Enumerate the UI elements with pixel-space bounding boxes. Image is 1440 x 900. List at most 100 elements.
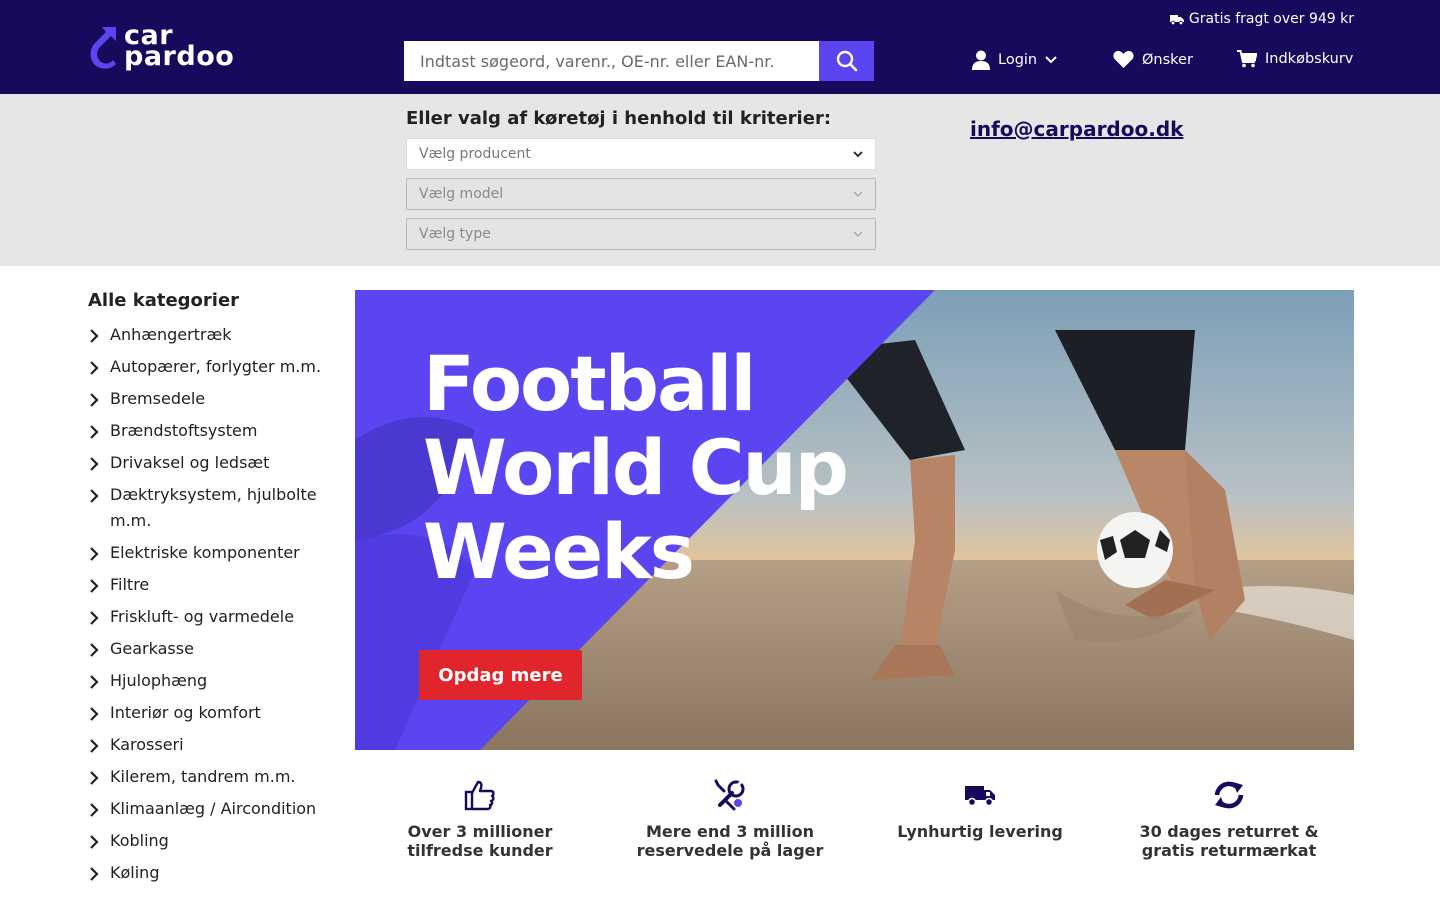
category-item[interactable]: Kilerem, tandrem m.m.: [88, 764, 333, 790]
search-icon: [836, 50, 857, 72]
chevron-right-icon: [90, 457, 99, 471]
chevron-right-icon: [90, 803, 99, 817]
chevron-right-icon: [90, 643, 99, 657]
cart-link[interactable]: Indkøbskurv: [1237, 50, 1353, 68]
category-label: Dæktryksystem, hjulbolte m.m.: [110, 485, 317, 530]
vehicle-selector-title: Eller valg af køretøj i henhold til krit…: [406, 108, 832, 129]
login-label: Login: [998, 52, 1038, 68]
category-item[interactable]: Interiør og komfort: [88, 700, 333, 726]
type-select-value: Vælg type: [419, 226, 491, 242]
category-item[interactable]: Filtre: [88, 572, 333, 598]
category-item[interactable]: Drivaksel og ledsæt: [88, 450, 333, 476]
category-label: Filtre: [110, 575, 150, 594]
search-input[interactable]: [404, 41, 819, 81]
category-label: Kilerem, tandrem m.m.: [110, 767, 296, 786]
feature-customers: Over 3 millioner tilfredse kunder: [385, 778, 575, 860]
model-select[interactable]: Vælg model: [406, 178, 876, 210]
producer-select-value: Vælg producent: [419, 146, 531, 162]
chevron-right-icon: [90, 425, 99, 439]
feature-delivery: Lynhurtig levering: [885, 778, 1075, 841]
wishlist-link[interactable]: Ønsker: [1113, 50, 1193, 69]
chevron-right-icon: [90, 329, 99, 343]
category-label: Hjulophæng: [110, 671, 208, 690]
discover-more-button[interactable]: Opdag mere: [419, 650, 582, 700]
category-label: Køling: [110, 863, 160, 882]
logo-arrow-icon: [90, 27, 116, 69]
carpardoo-logo[interactable]: car pardoo: [86, 22, 246, 70]
chevron-right-icon: [90, 579, 99, 593]
category-label: Brændstoftsystem: [110, 421, 258, 440]
category-label: Drivaksel og ledsæt: [110, 453, 270, 472]
chevron-right-icon: [90, 361, 99, 375]
category-item[interactable]: Brændstoftsystem: [88, 418, 333, 444]
login-menu[interactable]: Login: [972, 50, 1057, 70]
category-label: Gearkasse: [110, 639, 194, 658]
category-label: Bremsedele: [110, 389, 206, 408]
chevron-right-icon: [90, 611, 99, 625]
contact-email-link[interactable]: info@carpardoo.dk: [970, 117, 1183, 141]
category-item[interactable]: Hjulophæng: [88, 668, 333, 694]
model-select-value: Vælg model: [419, 186, 504, 202]
chevron-right-icon: [90, 489, 99, 503]
feature-stock-text: Mere end 3 million reservedele på lager: [636, 822, 824, 860]
chevron-down-icon: [853, 150, 863, 157]
banner-headline-line-1: Football: [423, 339, 756, 428]
chevron-down-icon: [853, 230, 863, 237]
category-label: Friskluft- og varmedele: [110, 607, 295, 626]
search-button[interactable]: [819, 41, 874, 81]
top-header: car pardoo Gratis fragt over 949 kr Logi…: [0, 0, 1440, 94]
chevron-right-icon: [90, 867, 99, 881]
refresh-icon: [1214, 781, 1244, 809]
category-item[interactable]: Køling: [88, 860, 333, 886]
category-item[interactable]: Friskluft- og varmedele: [88, 604, 333, 630]
category-label: Klimaanlæg / Aircondition: [110, 799, 317, 818]
user-icon: [972, 50, 990, 70]
categories-title: Alle kategorier: [88, 290, 240, 311]
wishlist-label: Ønsker: [1142, 51, 1193, 68]
feature-returns-text: 30 dages returret & gratis returmærkat: [1139, 822, 1319, 860]
category-item[interactable]: Gearkasse: [88, 636, 333, 662]
feature-delivery-text: Lynhurtig levering: [897, 822, 1063, 841]
category-label: Elektriske komponenter: [110, 543, 300, 562]
truck-small-icon: [1169, 14, 1184, 25]
free-shipping-notice: Gratis fragt over 949 kr: [1169, 11, 1354, 27]
producer-select[interactable]: Vælg producent: [406, 138, 876, 170]
tools-icon: [714, 779, 745, 811]
chevron-right-icon: [90, 675, 99, 689]
chevron-right-icon: [90, 739, 99, 753]
feature-returns: 30 dages returret & gratis returmærkat: [1134, 778, 1324, 860]
category-item[interactable]: Autopærer, forlygter m.m.: [88, 354, 333, 380]
category-label: Anhængertræk: [110, 325, 232, 344]
category-label: Interiør og komfort: [110, 703, 261, 722]
category-item[interactable]: Anhængertræk: [88, 322, 333, 348]
cart-label: Indkøbskurv: [1265, 51, 1354, 67]
category-item[interactable]: Dæktryksystem, hjulbolte m.m.: [88, 482, 333, 534]
logo-wordmark: car pardoo: [124, 20, 235, 72]
chevron-right-icon: [90, 835, 99, 849]
chevron-down-icon: [853, 190, 863, 197]
type-select[interactable]: Vælg type: [406, 218, 876, 250]
free-shipping-text: Gratis fragt over 949 kr: [1188, 11, 1354, 27]
category-item[interactable]: Elektriske komponenter: [88, 540, 333, 566]
category-item[interactable]: Karosseri: [88, 732, 333, 758]
category-item[interactable]: Bremsedele: [88, 386, 333, 412]
chevron-down-icon: [1045, 56, 1057, 64]
chevron-right-icon: [90, 707, 99, 721]
chevron-right-icon: [90, 771, 99, 785]
promo-banner[interactable]: Football World Cup Weeks Opdag mere: [355, 290, 1354, 750]
banner-headline: Football World Cup Weeks: [423, 339, 849, 596]
banner-headline-line-3: Weeks: [423, 507, 695, 596]
category-label: Autopærer, forlygter m.m.: [110, 357, 322, 376]
heart-icon: [1113, 50, 1134, 68]
cart-icon: [1237, 50, 1257, 68]
category-list: Anhængertræk Autopærer, forlygter m.m. Bre…: [88, 322, 333, 892]
banner-headline-line-2: World Cup: [423, 423, 849, 512]
category-label: Karosseri: [110, 735, 184, 754]
category-label: Kobling: [110, 831, 169, 850]
category-item[interactable]: Kobling: [88, 828, 333, 854]
category-item[interactable]: Klimaanlæg / Aircondition: [88, 796, 333, 822]
thumbs-up-icon: [464, 780, 495, 811]
truck-icon: [965, 786, 995, 807]
feature-stock: Mere end 3 million reservedele på lager: [635, 778, 825, 860]
chevron-right-icon: [90, 393, 99, 407]
